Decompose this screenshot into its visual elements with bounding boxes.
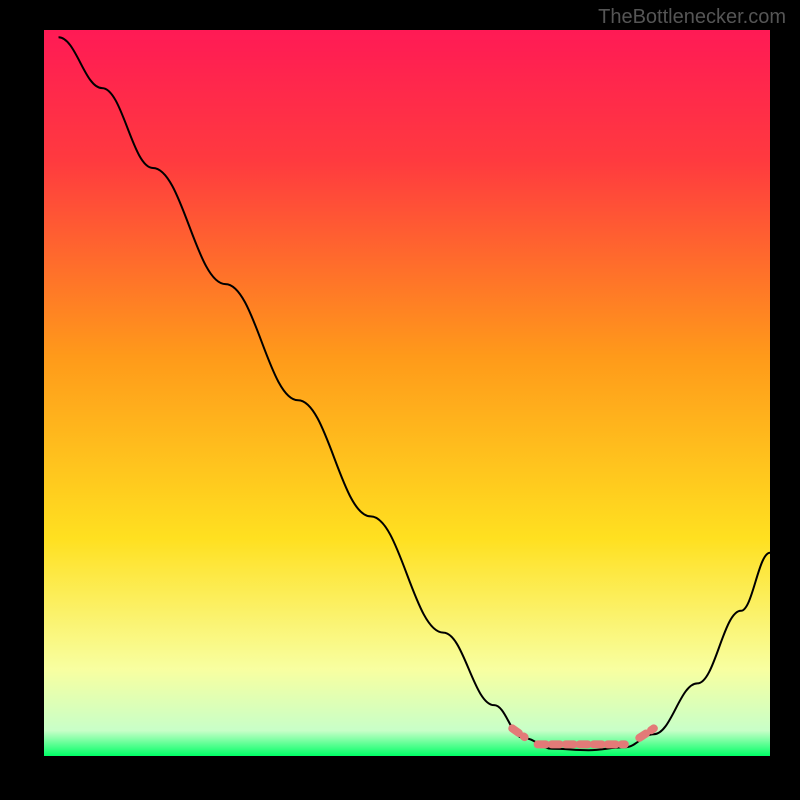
bottleneck-curve: [59, 37, 770, 750]
marker-band: [512, 728, 654, 744]
plot-area: [44, 30, 770, 756]
chart-curve-layer: [44, 30, 770, 756]
watermark-text: TheBottlenecker.com: [598, 6, 786, 29]
